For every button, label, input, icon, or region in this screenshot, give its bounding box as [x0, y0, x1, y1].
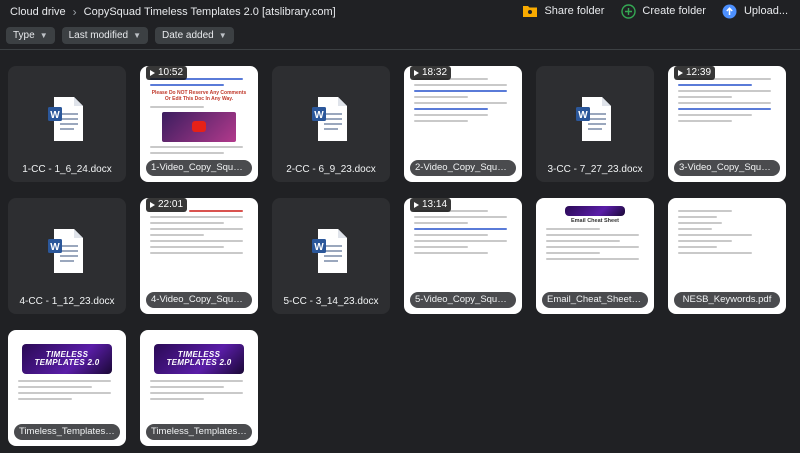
file-name: Email_Cheat_Sheet.pdf	[542, 292, 648, 308]
play-icon	[150, 202, 155, 208]
timeless-templates-banner: TIMELESS TEMPLATES 2.0	[22, 344, 112, 374]
youtube-thumbnail-icon	[162, 112, 236, 142]
filter-date-added[interactable]: Date added ▼	[155, 27, 234, 44]
filter-last-modified[interactable]: Last modified ▼	[61, 27, 149, 44]
video-duration: 13:14	[422, 199, 448, 210]
video-duration-badge: 22:01	[146, 198, 188, 212]
top-bar: Cloud drive › CopySquad Timeless Templat…	[0, 0, 800, 25]
filter-last-modified-label: Last modified	[68, 30, 129, 41]
file-card[interactable]: 5-CC - 3_14_23.docx	[272, 198, 390, 314]
file-card[interactable]: 13:14 5-Video_Copy_Squad...	[404, 198, 522, 314]
chevron-down-icon: ▼	[39, 31, 48, 40]
upload-icon	[722, 3, 738, 19]
video-duration: 12:39	[686, 67, 712, 78]
file-card[interactable]: 1-CC - 1_6_24.docx	[8, 66, 126, 182]
file-name: 4-Video_Copy_Squad...	[146, 292, 252, 308]
file-card[interactable]: NESB_Keywords.pdf	[668, 198, 786, 314]
file-name: 4-CC - 1_12_23.docx	[19, 296, 115, 307]
share-folder-icon	[522, 3, 538, 19]
word-document-icon	[48, 96, 84, 142]
filter-type[interactable]: Type ▼	[6, 27, 55, 44]
video-duration-badge: 10:52	[146, 66, 188, 80]
file-card[interactable]: TIMELESS TEMPLATES 2.0 Timeless_Template…	[8, 330, 126, 446]
video-duration-badge: 13:14	[410, 198, 452, 212]
video-duration-badge: 12:39	[674, 66, 716, 80]
folder-actions: Share folder Create folder Upload...	[522, 3, 788, 19]
file-name: 1-CC - 1_6_24.docx	[22, 164, 112, 175]
timeless-templates-banner: TIMELESS TEMPLATES 2.0	[154, 344, 244, 374]
breadcrumb-current-folder[interactable]: CopySquad Timeless Templates 2.0 [atslib…	[84, 6, 336, 18]
play-icon	[678, 70, 683, 76]
filter-type-label: Type	[13, 30, 35, 41]
word-document-icon	[312, 96, 348, 142]
banner-text: TIMELESS TEMPLATES 2.0	[166, 350, 232, 367]
share-folder-label: Share folder	[544, 5, 605, 17]
play-icon	[414, 70, 419, 76]
divider	[0, 49, 800, 50]
video-duration: 22:01	[158, 199, 184, 210]
video-duration: 10:52	[158, 67, 184, 78]
file-name: Timeless_Templates_-...	[146, 424, 252, 440]
file-name: 2-CC - 6_9_23.docx	[286, 164, 376, 175]
thumbnail-headline: Please Do NOT Reserve Any Comments Or Ed…	[151, 90, 247, 102]
chevron-down-icon: ▼	[218, 31, 227, 40]
file-name: NESB_Keywords.pdf	[674, 292, 780, 308]
file-card[interactable]: Please Do NOT Reserve Any Comments Or Ed…	[140, 66, 258, 182]
file-card[interactable]: TIMELESS TEMPLATES 2.0 Timeless_Template…	[140, 330, 258, 446]
breadcrumb-separator-icon: ›	[72, 5, 77, 19]
word-document-icon	[576, 96, 612, 142]
play-icon	[414, 202, 419, 208]
word-document-icon	[48, 228, 84, 274]
file-name: 5-Video_Copy_Squad...	[410, 292, 516, 308]
banner-text: TIMELESS TEMPLATES 2.0	[34, 350, 100, 367]
file-name: Timeless_Templates_-...	[14, 424, 120, 440]
play-icon	[150, 70, 155, 76]
chevron-down-icon: ▼	[133, 31, 142, 40]
file-name: 1-Video_Copy_Squad...	[146, 160, 252, 176]
upload-label: Upload...	[743, 5, 788, 17]
add-circle-icon	[620, 3, 636, 19]
file-name: 3-CC - 7_27_23.docx	[547, 164, 643, 175]
file-name: 2-Video_Copy_Squad...	[410, 160, 516, 176]
filter-bar: Type ▼ Last modified ▼ Date added ▼	[6, 27, 234, 44]
file-card[interactable]: 22:01 4-Video_Copy_Squad...	[140, 198, 258, 314]
create-folder-button[interactable]: Create folder	[620, 3, 706, 19]
file-card[interactable]: 12:39 3-Video_Copy_Squad...	[668, 66, 786, 182]
file-card[interactable]: 3-CC - 7_27_23.docx	[536, 66, 654, 182]
file-card[interactable]: 2-CC - 6_9_23.docx	[272, 66, 390, 182]
video-duration-badge: 18:32	[410, 66, 452, 80]
file-card[interactable]: Email Cheat Sheet Email_Cheat_Sheet.pdf	[536, 198, 654, 314]
filter-date-added-label: Date added	[162, 30, 214, 41]
upload-button[interactable]: Upload...	[722, 3, 788, 19]
share-folder-button[interactable]: Share folder	[522, 3, 604, 19]
breadcrumb-cloud-drive[interactable]: Cloud drive	[10, 6, 66, 18]
file-card[interactable]: 18:32 2-Video_Copy_Squad...	[404, 66, 522, 182]
breadcrumb: Cloud drive › CopySquad Timeless Templat…	[10, 5, 336, 19]
video-duration: 18:32	[422, 67, 448, 78]
create-folder-label: Create folder	[642, 5, 706, 17]
word-document-icon	[312, 228, 348, 274]
file-name: 5-CC - 3_14_23.docx	[283, 296, 379, 307]
file-name: 3-Video_Copy_Squad...	[674, 160, 780, 176]
file-card[interactable]: 4-CC - 1_12_23.docx	[8, 198, 126, 314]
thumbnail-title: Email Cheat Sheet	[571, 218, 619, 224]
